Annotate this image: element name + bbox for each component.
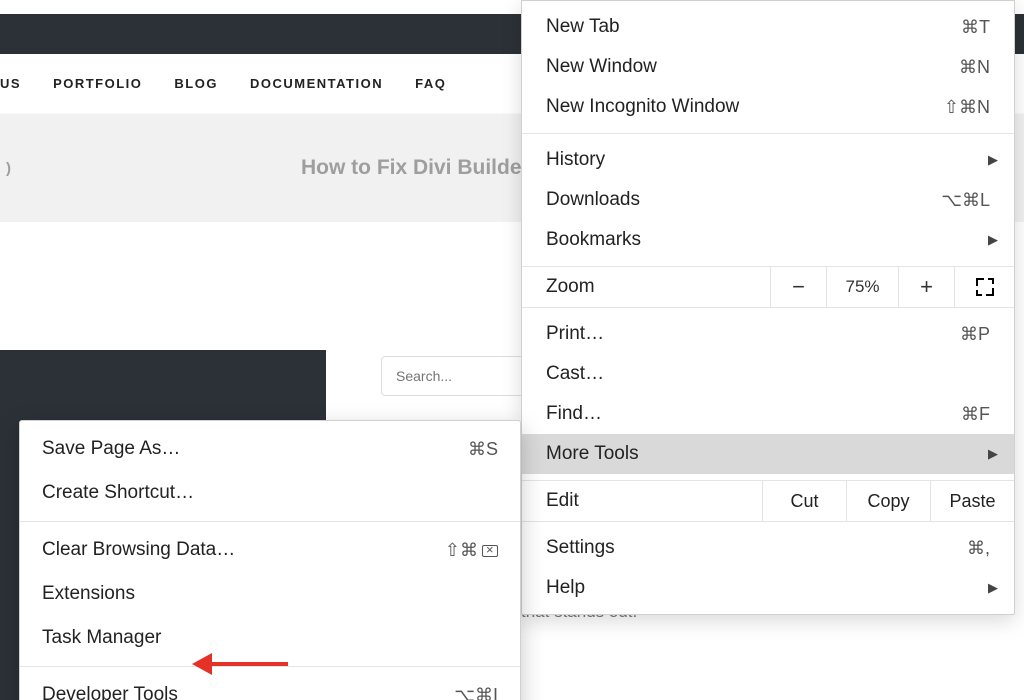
shortcut: ⌥⌘L [941, 190, 990, 211]
menu-edit-label: Edit [522, 481, 762, 521]
menu-print[interactable]: Print… ⌘P [522, 314, 1014, 354]
chevron-right-icon: ▶ [988, 232, 998, 248]
arrow-shaft [210, 662, 288, 666]
edit-cut-button[interactable]: Cut [762, 481, 846, 521]
menu-label: Extensions [42, 583, 498, 605]
nav-item-faq[interactable]: FAQ [415, 76, 446, 91]
nav-item-us[interactable]: US [0, 76, 21, 91]
menu-label: Save Page As… [42, 438, 468, 460]
breadcrumb-fragment: ) [6, 160, 11, 177]
shortcut: ⌥⌘I [454, 685, 498, 700]
menu-label: New Tab [546, 16, 961, 38]
submenu-save-page[interactable]: Save Page As… ⌘S [20, 427, 520, 471]
menu-label: Task Manager [42, 627, 498, 649]
menu-zoom-row: Zoom − 75% + [522, 267, 1014, 307]
submenu-extensions[interactable]: Extensions [20, 572, 520, 616]
shortcut: ⌘T [961, 17, 990, 38]
menu-help[interactable]: Help ▶ [522, 568, 1014, 608]
menu-label: Create Shortcut… [42, 482, 498, 504]
shortcut: ⌘N [959, 57, 990, 78]
submenu-clear-browsing-data[interactable]: Clear Browsing Data… ⇧⌘ [20, 528, 520, 572]
menu-bookmarks[interactable]: Bookmarks ▶ [522, 220, 1014, 260]
nav-item-blog[interactable]: BLOG [174, 76, 218, 91]
menu-new-window[interactable]: New Window ⌘N [522, 47, 1014, 87]
zoom-in-button[interactable]: + [898, 267, 954, 307]
menu-cast[interactable]: Cast… [522, 354, 1014, 394]
chevron-right-icon: ▶ [988, 446, 998, 462]
fullscreen-icon [976, 278, 994, 296]
annotation-arrow [192, 653, 288, 675]
fullscreen-button[interactable] [954, 267, 1014, 307]
menu-more-tools[interactable]: More Tools ▶ [522, 434, 1014, 474]
menu-label: Print… [546, 323, 960, 345]
shortcut: ⌘F [961, 404, 990, 425]
nav-item-documentation[interactable]: DOCUMENTATION [250, 76, 383, 91]
menu-edit-row: Edit Cut Copy Paste [522, 481, 1014, 521]
menu-downloads[interactable]: Downloads ⌥⌘L [522, 180, 1014, 220]
shortcut: ⇧⌘ [445, 540, 498, 561]
zoom-out-button[interactable]: − [770, 267, 826, 307]
chevron-right-icon: ▶ [988, 152, 998, 168]
menu-new-incognito[interactable]: New Incognito Window ⇧⌘N [522, 87, 1014, 127]
menu-label: Help [546, 577, 990, 599]
chevron-right-icon: ▶ [988, 580, 998, 596]
menu-history[interactable]: History ▶ [522, 140, 1014, 180]
edit-copy-button[interactable]: Copy [846, 481, 930, 521]
zoom-value: 75% [826, 267, 898, 307]
menu-label: History [546, 149, 990, 171]
submenu-create-shortcut[interactable]: Create Shortcut… [20, 471, 520, 515]
edit-paste-button[interactable]: Paste [930, 481, 1014, 521]
menu-label: New Incognito Window [546, 96, 944, 118]
delete-icon [482, 545, 498, 557]
menu-label: Cast… [546, 363, 990, 385]
menu-label: More Tools [546, 443, 990, 465]
menu-label: Clear Browsing Data… [42, 539, 445, 561]
chrome-menu: New Tab ⌘T New Window ⌘N New Incognito W… [521, 0, 1015, 615]
menu-label: Find… [546, 403, 961, 425]
menu-label: Settings [546, 537, 967, 559]
menu-label: Downloads [546, 189, 941, 211]
menu-label: New Window [546, 56, 959, 78]
shortcut: ⌘S [468, 439, 498, 460]
menu-label: Developer Tools [42, 684, 454, 700]
nav-item-portfolio[interactable]: PORTFOLIO [53, 76, 142, 91]
menu-new-tab[interactable]: New Tab ⌘T [522, 7, 1014, 47]
arrow-head-icon [192, 653, 212, 675]
menu-zoom-label: Zoom [522, 267, 770, 307]
shortcut: ⌘, [967, 538, 990, 559]
menu-find[interactable]: Find… ⌘F [522, 394, 1014, 434]
submenu-developer-tools[interactable]: Developer Tools ⌥⌘I [20, 673, 520, 700]
shortcut: ⌘P [960, 324, 990, 345]
hero-quote-sliver [0, 420, 20, 620]
menu-settings[interactable]: Settings ⌘, [522, 528, 1014, 568]
shortcut: ⇧⌘N [944, 97, 990, 118]
menu-label: Bookmarks [546, 229, 990, 251]
